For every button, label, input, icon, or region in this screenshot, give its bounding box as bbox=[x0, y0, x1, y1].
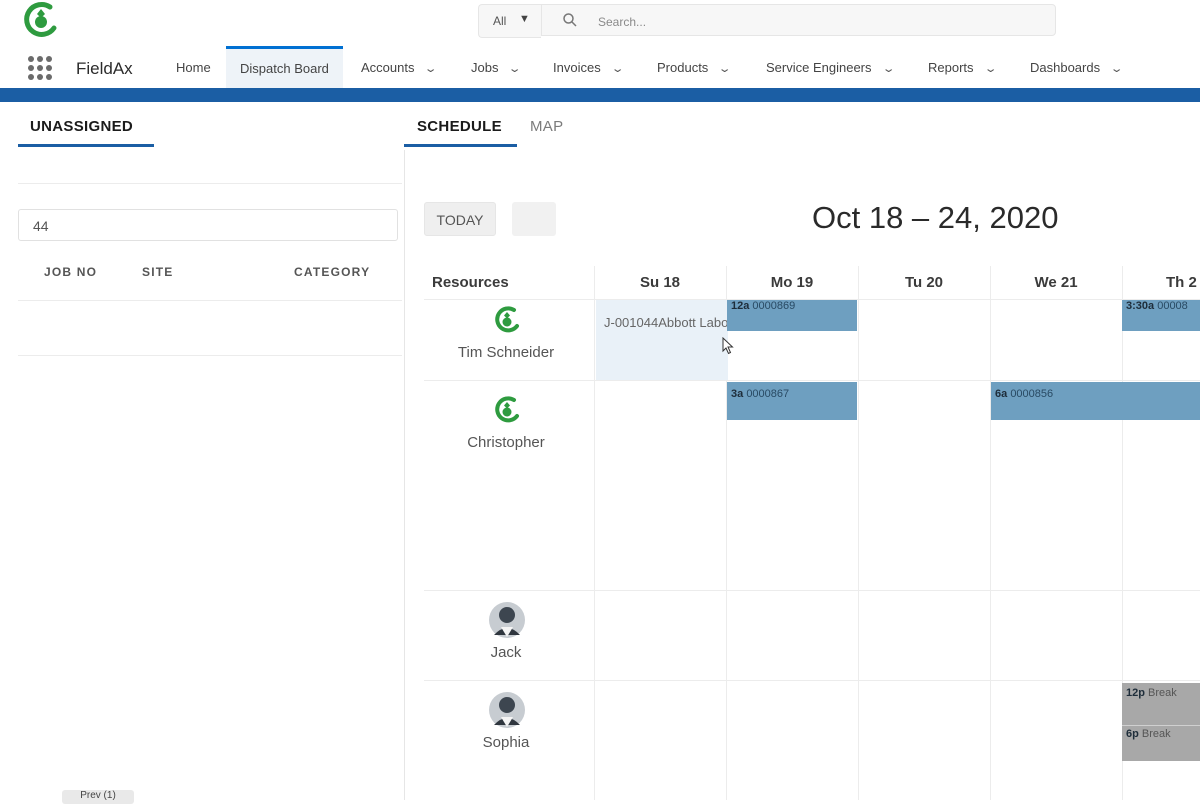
nav-item-label: Dispatch Board bbox=[240, 61, 329, 76]
nav-item-accounts[interactable]: Accounts ⌄ bbox=[361, 46, 438, 91]
grid-line bbox=[424, 590, 1200, 591]
resource-name[interactable]: Sophia bbox=[421, 734, 591, 751]
brand-band bbox=[0, 88, 1200, 102]
drag-preview-job[interactable]: J-001044Abbott Laboratories/Service bbox=[596, 300, 728, 380]
divider bbox=[18, 183, 402, 184]
nav-item-jobs[interactable]: Jobs ⌄ bbox=[471, 46, 522, 91]
nav-item-products[interactable]: Products ⌄ bbox=[657, 46, 732, 91]
search-scope-label: All bbox=[493, 14, 507, 28]
avatar-icon bbox=[489, 601, 525, 638]
event-title: 0000867 bbox=[746, 388, 790, 400]
schedule-event[interactable]: 12p Break bbox=[1122, 683, 1200, 761]
nav-item-reports[interactable]: Reports ⌄ bbox=[928, 46, 997, 91]
event-title: Break bbox=[1148, 687, 1177, 699]
nav-item-label: Jobs bbox=[471, 60, 499, 75]
grid-line bbox=[424, 380, 1200, 381]
chevron-down-icon[interactable]: ⌄ bbox=[610, 47, 624, 91]
app-name: FieldAx bbox=[76, 59, 133, 78]
pager-button[interactable]: Prev (1) bbox=[62, 790, 134, 804]
search-input[interactable] bbox=[596, 11, 1040, 33]
app-launcher-icon[interactable] bbox=[28, 56, 52, 80]
resource-name[interactable]: Jack bbox=[421, 644, 591, 661]
tab-schedule-indicator bbox=[404, 144, 517, 147]
event-title: Break bbox=[1141, 728, 1171, 740]
chevron-down-icon[interactable]: ⌄ bbox=[1110, 47, 1124, 91]
nav-item-label: Products bbox=[657, 60, 709, 75]
nav-item-label: Invoices bbox=[553, 60, 601, 75]
chevron-down-icon[interactable]: ⌄ bbox=[508, 47, 522, 91]
event-time: 3a bbox=[731, 388, 744, 400]
unassigned-panel bbox=[14, 150, 405, 800]
chevron-down-icon[interactable]: ⌄ bbox=[983, 47, 997, 91]
grid-line bbox=[858, 266, 859, 800]
nav-item-label: Service Engineers bbox=[766, 60, 872, 75]
day-header-mon[interactable]: Mo 19 bbox=[726, 274, 858, 291]
schedule-event[interactable]: 3a 0000867 bbox=[727, 382, 857, 420]
fieldax-logo-icon bbox=[491, 304, 521, 336]
nav-item-home[interactable]: Home bbox=[176, 46, 211, 88]
event-time: 3:30a bbox=[1126, 300, 1155, 312]
nav-item-invoices[interactable]: Invoices ⌄ bbox=[553, 46, 624, 91]
job-filter-input[interactable]: 44 bbox=[18, 209, 398, 241]
grid-line bbox=[594, 266, 595, 800]
column-header-category[interactable]: CATEGORY bbox=[294, 265, 370, 279]
resource-name[interactable]: Tim Schneider bbox=[421, 344, 591, 361]
divider bbox=[18, 355, 402, 356]
event-title: 0000869 bbox=[752, 300, 796, 312]
search-icon bbox=[562, 12, 578, 33]
fieldax-logo-icon bbox=[491, 394, 521, 426]
global-search-box[interactable] bbox=[541, 4, 1056, 36]
nav-item-label: Dashboards bbox=[1030, 60, 1101, 75]
today-button[interactable]: TODAY bbox=[424, 202, 496, 236]
event-time: 12p bbox=[1126, 687, 1145, 699]
fieldax-logo-icon[interactable] bbox=[20, 0, 60, 40]
search-scope-dropdown[interactable]: All ▼ bbox=[478, 4, 541, 38]
column-header-site[interactable]: SITE bbox=[142, 265, 173, 279]
grid-line bbox=[990, 266, 991, 800]
nav-item-label: Reports bbox=[928, 60, 974, 75]
nav-item-service-engineers[interactable]: Service Engineers ⌄ bbox=[766, 46, 895, 91]
event-title: 0000856 bbox=[1010, 388, 1054, 400]
nav-item-dispatch-board[interactable]: Dispatch Board bbox=[226, 46, 343, 88]
day-header-thu[interactable]: Th 2 bbox=[1122, 274, 1200, 291]
grid-line bbox=[424, 680, 1200, 681]
divider bbox=[18, 300, 402, 301]
calendar-nav-button[interactable] bbox=[512, 202, 556, 236]
event-time: 12a bbox=[731, 300, 750, 312]
event-time: 6a bbox=[995, 388, 1008, 400]
day-header-tue[interactable]: Tu 20 bbox=[858, 274, 990, 291]
mouse-cursor-icon bbox=[722, 336, 734, 360]
tab-map[interactable]: MAP bbox=[530, 118, 563, 135]
date-range-title: Oct 18 – 24, 2020 bbox=[812, 200, 1059, 235]
schedule-event[interactable]: 12a 0000869 bbox=[727, 300, 857, 331]
nav-item-dashboards[interactable]: Dashboards ⌄ bbox=[1030, 46, 1124, 91]
event-time: 6p bbox=[1126, 728, 1139, 740]
tab-schedule[interactable]: SCHEDULE bbox=[417, 118, 502, 135]
resources-header: Resources bbox=[432, 274, 509, 291]
chevron-down-icon[interactable]: ⌄ bbox=[881, 47, 895, 91]
day-header-wed[interactable]: We 21 bbox=[990, 274, 1122, 291]
resource-name[interactable]: Christopher bbox=[421, 434, 591, 451]
app-nav-bar: FieldAx Home Dispatch Board Accounts ⌄ Jo… bbox=[0, 46, 1200, 89]
day-header-sun[interactable]: Su 18 bbox=[594, 274, 726, 291]
schedule-event[interactable]: 6a 0000856 bbox=[991, 382, 1200, 420]
caret-down-icon: ▼ bbox=[519, 13, 530, 25]
global-header: All ▼ bbox=[0, 0, 1200, 44]
tab-unassigned[interactable]: UNASSIGNED bbox=[30, 118, 133, 135]
chevron-down-icon[interactable]: ⌄ bbox=[718, 47, 732, 91]
schedule-event[interactable]: 3:30a 00008 bbox=[1122, 300, 1200, 331]
schedule-event[interactable]: 6p Break bbox=[1122, 728, 1200, 742]
tab-unassigned-indicator bbox=[18, 144, 154, 147]
dispatch-tabs-row: UNASSIGNED SCHEDULE MAP bbox=[14, 102, 1200, 148]
nav-item-label: Home bbox=[176, 60, 211, 75]
avatar-icon bbox=[489, 691, 525, 728]
divider bbox=[1122, 725, 1200, 726]
chevron-down-icon[interactable]: ⌄ bbox=[424, 47, 438, 91]
nav-item-label: Accounts bbox=[361, 60, 415, 75]
event-title: 00008 bbox=[1157, 300, 1188, 312]
column-header-job-no[interactable]: JOB NO bbox=[44, 265, 97, 279]
